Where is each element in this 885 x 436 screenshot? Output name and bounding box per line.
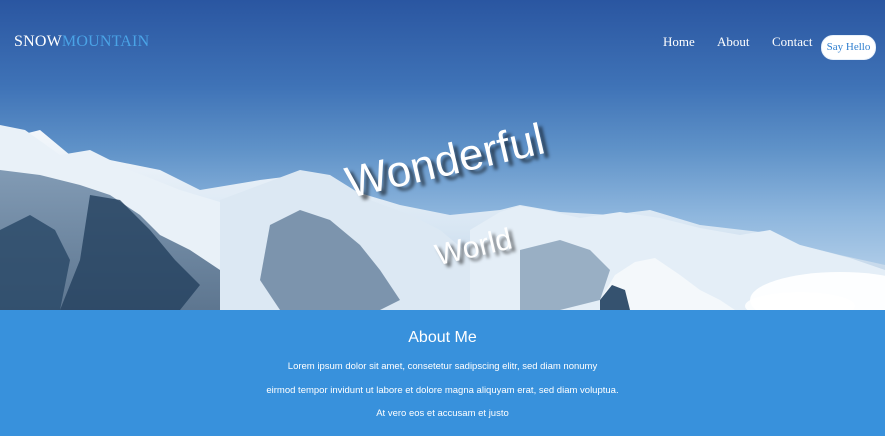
about-section: About Me Lorem ipsum dolor sit amet, con…	[0, 310, 885, 436]
about-title: About Me	[408, 329, 477, 346]
say-hello-button[interactable]: Say Hello	[821, 35, 876, 60]
main-navigation: Home About Contact	[0, 34, 885, 58]
hero-section: SNOWMOUNTAIN Home About Contact Say Hell…	[0, 0, 885, 310]
nav-link-contact[interactable]: Contact	[772, 34, 812, 50]
nav-link-home[interactable]: Home	[663, 34, 695, 50]
about-text-line: At vero eos et accusam et justo	[376, 408, 509, 419]
nav-link-about[interactable]: About	[717, 34, 750, 50]
about-text-line: Lorem ipsum dolor sit amet, consetetur s…	[287, 361, 598, 372]
about-text-line: eirmod tempor invidunt ut labore et dolo…	[266, 385, 619, 396]
